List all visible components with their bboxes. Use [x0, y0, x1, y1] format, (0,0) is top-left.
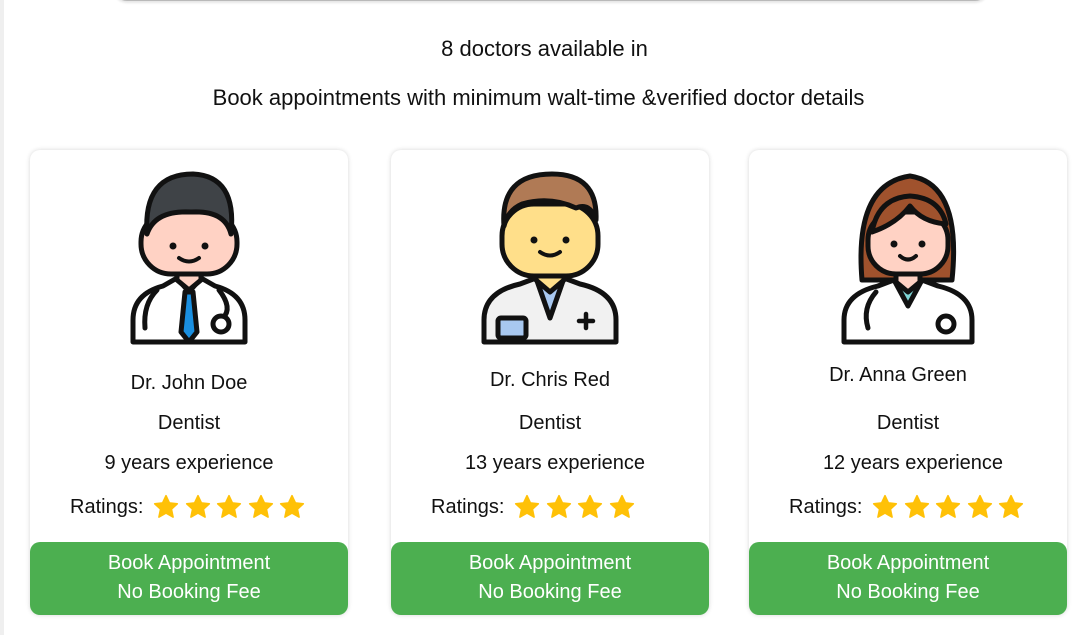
rating-stars	[872, 494, 1030, 520]
doctor-ratings: Ratings:	[789, 492, 1030, 522]
doctor-card: Dr. John Doe Dentist 9 years experience …	[30, 150, 348, 615]
search-bar[interactable]	[113, 0, 989, 1]
star-icon	[904, 494, 929, 518]
star-icon	[280, 494, 305, 518]
book-appointment-button[interactable]: Book Appointment No Booking Fee	[391, 542, 709, 615]
rating-stars	[153, 494, 311, 520]
rating-stars	[514, 494, 640, 520]
male-doctor-brown-hair-icon	[481, 171, 619, 345]
doctor-specialty: Dentist	[518, 412, 582, 434]
doctor-ratings: Ratings:	[431, 492, 640, 522]
star-icon	[546, 494, 571, 518]
doctor-experience: 12 years experience	[822, 452, 1004, 474]
book-appointment-label: Book Appointment	[468, 552, 632, 574]
star-icon	[248, 494, 273, 518]
doctor-specialty: Dentist	[876, 412, 940, 434]
star-icon	[873, 494, 898, 518]
doctor-ratings: Ratings:	[70, 492, 311, 522]
star-icon	[185, 494, 210, 518]
doctor-name: Dr. John Doe	[130, 372, 248, 394]
doctor-experience: 13 years experience	[464, 452, 646, 474]
female-doctor-icon	[841, 173, 975, 345]
star-icon	[609, 494, 634, 518]
doctor-card: Dr. Anna Green Dentist 12 years experien…	[749, 150, 1067, 615]
book-appointment-label: Book Appointment	[826, 552, 990, 574]
ratings-label: Ratings:	[431, 495, 505, 518]
no-booking-fee-label: No Booking Fee	[836, 581, 980, 603]
doctor-card: Dr. Chris Red Dentist 13 years experienc…	[391, 150, 709, 615]
star-icon	[515, 494, 540, 518]
no-booking-fee-label: No Booking Fee	[117, 581, 261, 603]
doctor-specialty: Dentist	[157, 412, 221, 434]
star-icon	[217, 494, 242, 518]
ratings-label: Ratings:	[70, 495, 144, 518]
doctors-available-heading: 8 doctors available in	[441, 36, 648, 61]
star-icon	[936, 494, 961, 518]
book-appointment-button[interactable]: Book Appointment No Booking Fee	[749, 542, 1067, 615]
ratings-label: Ratings:	[789, 495, 863, 518]
star-icon	[154, 494, 179, 518]
male-doctor-dark-hair-icon	[130, 171, 248, 345]
no-booking-fee-label: No Booking Fee	[478, 581, 622, 603]
star-icon	[578, 494, 603, 518]
booking-subtitle: Book appointments with minimum walt-time…	[212, 85, 865, 110]
doctor-experience: 9 years experience	[104, 452, 274, 474]
doctor-name: Dr. Anna Green	[829, 364, 967, 386]
doctor-name: Dr. Chris Red	[489, 369, 611, 391]
book-appointment-button[interactable]: Book Appointment No Booking Fee	[30, 542, 348, 615]
star-icon	[967, 494, 992, 518]
book-appointment-label: Book Appointment	[107, 552, 271, 574]
star-icon	[999, 494, 1024, 518]
